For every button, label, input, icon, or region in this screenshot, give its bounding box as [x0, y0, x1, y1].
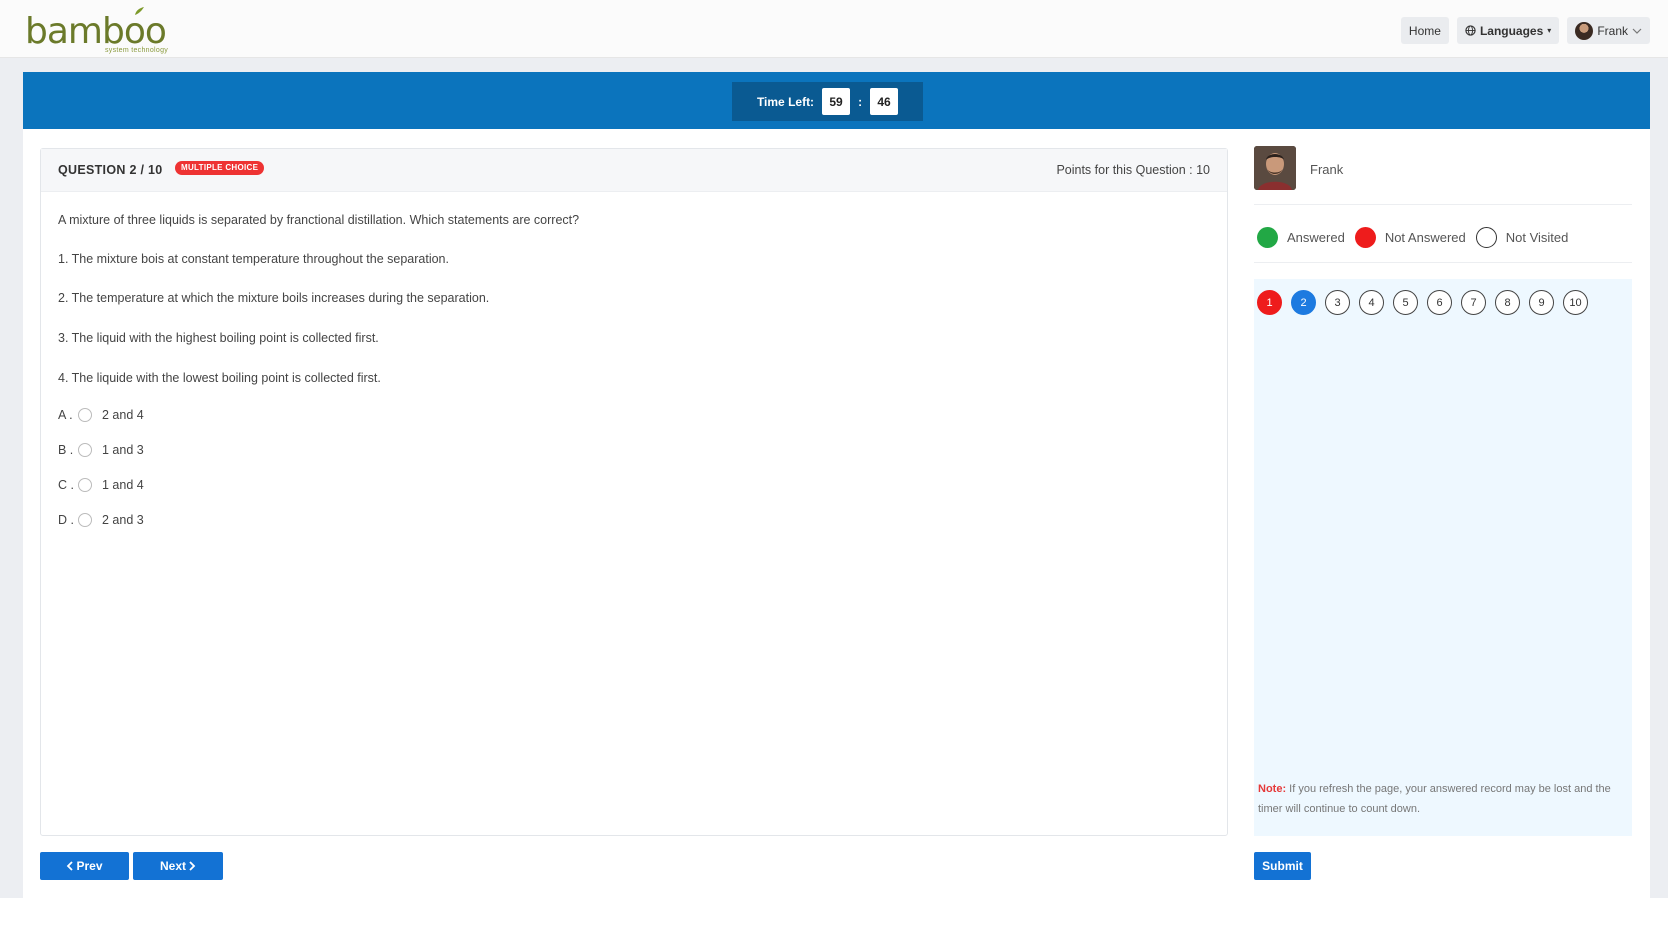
time-left-display: Time Left: 59 : 46: [732, 82, 923, 121]
option-text: 2 and 3: [102, 513, 144, 527]
legend-not-visited-label: Not Visited: [1505, 230, 1569, 245]
profile-divider: [1254, 204, 1632, 205]
chevron-right-icon: [189, 861, 196, 871]
option-text: 2 and 4: [102, 408, 144, 422]
question-nav-10[interactable]: 10: [1563, 290, 1588, 315]
question-points: Points for this Question : 10: [1056, 163, 1210, 177]
legend-not-answered-label: Not Answered: [1384, 230, 1466, 245]
statement-2: 2. The temperature at which the mixture …: [58, 291, 490, 305]
option-a[interactable]: A . 2 and 4: [58, 408, 144, 422]
prev-label: Prev: [76, 859, 103, 873]
statement-1: 1. The mixture bois at constant temperat…: [58, 252, 449, 266]
status-legend: Answered Not Answered Not Visited: [1257, 227, 1578, 248]
question-nav-9[interactable]: 9: [1529, 290, 1554, 315]
option-d[interactable]: D . 2 and 3: [58, 513, 144, 527]
nav-actions: Home Languages ▾ Frank: [1400, 17, 1650, 44]
question-card: QUESTION 2 / 10 MULTIPLE CHOICE Points f…: [40, 148, 1228, 836]
option-text: 1 and 3: [102, 443, 144, 457]
user-menu[interactable]: Frank: [1567, 17, 1650, 44]
question-prompt: A mixture of three liquids is separated …: [58, 213, 580, 227]
bamboo-logo[interactable]: bamboo system technology: [25, 6, 185, 58]
legend-answered: Answered: [1257, 227, 1345, 248]
option-b[interactable]: B . 1 and 3: [58, 443, 144, 457]
legend-answered-label: Answered: [1287, 230, 1345, 245]
refresh-note: Note: If you refresh the page, your answ…: [1258, 779, 1630, 819]
timer-separator: :: [858, 94, 863, 109]
question-navigator-panel: 1 2 3 4 5 6 7 8 9 10 Note: If you refres…: [1254, 279, 1632, 836]
legend-not-visited: Not Visited: [1475, 227, 1569, 248]
legend-divider: [1254, 262, 1632, 263]
option-c[interactable]: C . 1 and 4: [58, 478, 144, 492]
question-nav-3[interactable]: 3: [1325, 290, 1350, 315]
submit-label: Submit: [1262, 859, 1303, 873]
option-text: 1 and 4: [102, 478, 144, 492]
profile-name: Frank: [1310, 162, 1344, 177]
profile-photo-image: [1254, 146, 1296, 190]
option-letter: B .: [58, 443, 74, 457]
question-nav-6[interactable]: 6: [1427, 290, 1452, 315]
globe-icon: [1465, 25, 1476, 36]
not-visited-dot-icon: [1475, 227, 1497, 248]
question-nav-7[interactable]: 7: [1461, 290, 1486, 315]
next-button[interactable]: Next: [133, 852, 223, 880]
logo-tagline: system technology: [105, 47, 169, 54]
question-nav-5[interactable]: 5: [1393, 290, 1418, 315]
question-nav-8[interactable]: 8: [1495, 290, 1520, 315]
question-number: QUESTION 2 / 10: [58, 163, 163, 177]
option-b-radio[interactable]: [78, 443, 92, 457]
statement-4: 4. The liquide with the lowest boiling p…: [58, 371, 381, 385]
answered-dot-icon: [1257, 227, 1278, 248]
next-label: Next: [159, 859, 186, 873]
submit-button[interactable]: Submit: [1254, 852, 1311, 880]
user-avatar: [1575, 21, 1594, 40]
question-header: QUESTION 2 / 10 MULTIPLE CHOICE Points f…: [41, 149, 1227, 192]
profile-photo: [1254, 146, 1296, 190]
timer-minutes: 59: [822, 88, 851, 115]
question-nav-2[interactable]: 2: [1291, 290, 1316, 315]
question-type-badge: MULTIPLE CHOICE: [175, 161, 265, 175]
note-text: If you refresh the page, your answered r…: [1258, 783, 1611, 815]
caret-down-icon: ▾: [1547, 26, 1552, 35]
option-c-radio[interactable]: [78, 478, 92, 492]
home-label: Home: [1408, 23, 1441, 38]
legend-not-answered: Not Answered: [1354, 227, 1466, 248]
home-button[interactable]: Home: [1400, 17, 1449, 44]
top-navbar: bamboo system technology Home Languages …: [0, 0, 1668, 58]
option-letter: C .: [58, 478, 74, 492]
option-letter: A .: [58, 408, 73, 422]
option-a-radio[interactable]: [78, 408, 92, 422]
question-navigator: 1 2 3 4 5 6 7 8 9 10: [1257, 290, 1588, 315]
question-nav-4[interactable]: 4: [1359, 290, 1384, 315]
chevron-down-icon: [1632, 28, 1642, 34]
logo-wordmark: bamboo: [25, 11, 167, 52]
time-left-label: Time Left:: [756, 94, 815, 109]
languages-dropdown[interactable]: Languages ▾: [1456, 17, 1560, 44]
prev-button[interactable]: Prev: [40, 852, 129, 880]
option-d-radio[interactable]: [78, 513, 92, 527]
chevron-left-icon: [67, 861, 74, 871]
user-menu-label: Frank: [1597, 23, 1628, 38]
not-answered-dot-icon: [1354, 227, 1376, 248]
option-letter: D .: [58, 513, 74, 527]
statement-3: 3. The liquid with the highest boiling p…: [58, 331, 379, 345]
question-nav-1[interactable]: 1: [1257, 290, 1282, 315]
languages-label: Languages: [1479, 23, 1544, 38]
timer-seconds: 46: [870, 88, 899, 115]
note-label: Note:: [1258, 783, 1287, 795]
